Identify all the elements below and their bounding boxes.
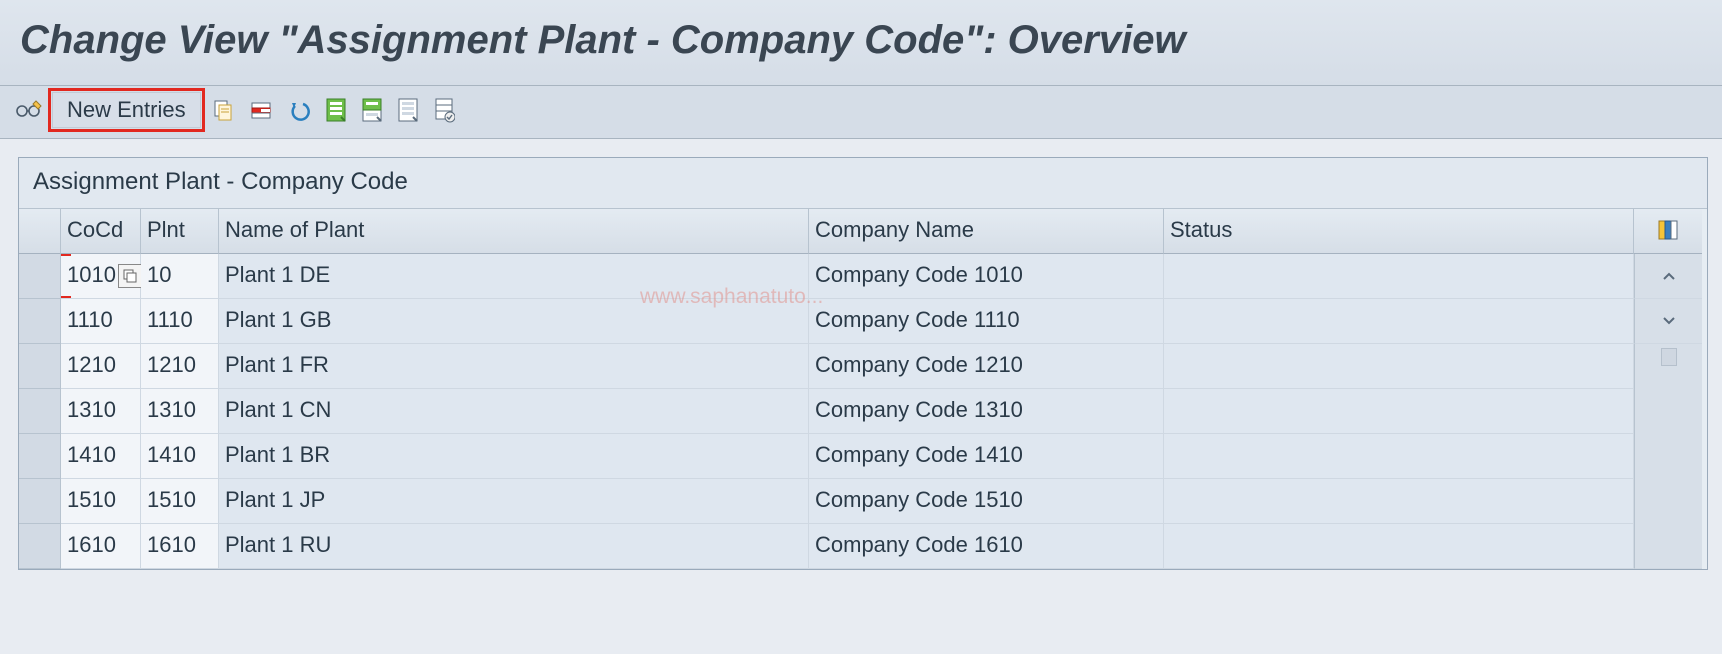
cell-plnt[interactable]: 10 xyxy=(141,254,219,299)
row-selector[interactable] xyxy=(19,299,61,344)
row-selector[interactable] xyxy=(19,389,61,434)
row-selector-header[interactable] xyxy=(19,209,61,254)
cell-cocd[interactable]: 1310 xyxy=(61,389,141,434)
cell-status xyxy=(1164,344,1634,389)
copy-icon xyxy=(211,98,235,122)
chevron-down-icon xyxy=(1662,316,1676,326)
data-grid: CoCd Plnt Name of Plant Company Name Sta… xyxy=(19,209,1707,569)
row-selector[interactable] xyxy=(19,479,61,524)
cell-company-name: Company Code 1210 xyxy=(809,344,1164,389)
cell-status xyxy=(1164,479,1634,524)
page-title: Change View "Assignment Plant - Company … xyxy=(20,18,1702,63)
cell-plant-name: Plant 1 CN xyxy=(219,389,809,434)
select-all-icon xyxy=(325,97,347,123)
copy-as-button[interactable] xyxy=(207,95,239,125)
cell-cocd[interactable]: 1510 xyxy=(61,479,141,524)
deselect-all-button[interactable] xyxy=(393,95,423,125)
cell-status xyxy=(1164,434,1634,479)
cell-status xyxy=(1164,524,1634,569)
cell-plant-name: Plant 1 FR xyxy=(219,344,809,389)
table-title: Assignment Plant - Company Code xyxy=(19,158,1707,209)
row-selector[interactable] xyxy=(19,524,61,569)
select-block-button[interactable] xyxy=(357,95,387,125)
configure-columns-icon xyxy=(1657,219,1679,241)
cell-company-name: Company Code 1410 xyxy=(809,434,1164,479)
select-block-icon xyxy=(361,97,383,123)
column-header-plnt[interactable]: Plnt xyxy=(141,209,219,254)
cell-plant-name: Plant 1 RU xyxy=(219,524,809,569)
cell-company-name: Company Code 1010 xyxy=(809,254,1164,299)
configure-columns-button[interactable] xyxy=(1634,209,1702,254)
select-all-button[interactable] xyxy=(321,95,351,125)
cell-plant-name: Plant 1 JP xyxy=(219,479,809,524)
row-selector[interactable] xyxy=(19,254,61,299)
cell-plant-name: Plant 1 BR xyxy=(219,434,809,479)
table-settings-icon xyxy=(433,97,455,123)
cell-company-name: Company Code 1510 xyxy=(809,479,1164,524)
cell-plnt[interactable]: 1210 xyxy=(141,344,219,389)
cell-status xyxy=(1164,299,1634,344)
scroll-track[interactable] xyxy=(1634,344,1702,569)
cell-plnt[interactable]: 1610 xyxy=(141,524,219,569)
undo-button[interactable] xyxy=(283,95,315,125)
cell-plnt[interactable]: 1310 xyxy=(141,389,219,434)
print-button[interactable] xyxy=(429,95,459,125)
deselect-icon xyxy=(397,97,419,123)
cell-status xyxy=(1164,254,1634,299)
undo-icon xyxy=(287,98,311,122)
column-header-status[interactable]: Status xyxy=(1164,209,1634,254)
cell-status xyxy=(1164,389,1634,434)
title-area: Change View "Assignment Plant - Company … xyxy=(0,0,1722,86)
cell-cocd[interactable]: 1110 xyxy=(61,299,141,344)
search-help-button[interactable] xyxy=(118,264,142,288)
scroll-up-button[interactable] xyxy=(1634,254,1702,299)
cell-cocd[interactable]: 1410 xyxy=(61,434,141,479)
column-header-plant-name[interactable]: Name of Plant xyxy=(219,209,809,254)
cell-cocd[interactable]: 1210 xyxy=(61,344,141,389)
cell-company-name: Company Code 1110 xyxy=(809,299,1164,344)
column-header-cocd[interactable]: CoCd xyxy=(61,209,141,254)
content-area: Assignment Plant - Company Code CoCd Pln… xyxy=(0,139,1722,570)
cell-company-name: Company Code 1610 xyxy=(809,524,1164,569)
cell-plant-name: Plant 1 GB xyxy=(219,299,809,344)
application-toolbar: New Entries xyxy=(0,86,1722,139)
scroll-down-button[interactable] xyxy=(1634,299,1702,344)
column-header-company-name[interactable]: Company Name xyxy=(809,209,1164,254)
cell-company-name: Company Code 1310 xyxy=(809,389,1164,434)
search-help-icon xyxy=(123,269,137,283)
chevron-up-icon xyxy=(1662,271,1676,281)
row-selector[interactable] xyxy=(19,434,61,479)
delete-row-icon xyxy=(249,98,273,122)
row-selector[interactable] xyxy=(19,344,61,389)
glasses-pencil-icon xyxy=(16,99,42,121)
cell-plnt[interactable]: 1410 xyxy=(141,434,219,479)
cell-plnt[interactable]: 1110 xyxy=(141,299,219,344)
cell-plnt[interactable]: 1510 xyxy=(141,479,219,524)
delete-button[interactable] xyxy=(245,95,277,125)
cell-cocd[interactable]: 1010 xyxy=(61,254,141,299)
cell-cocd[interactable]: 1610 xyxy=(61,524,141,569)
table-container: Assignment Plant - Company Code CoCd Pln… xyxy=(18,157,1708,570)
cell-plant-name: Plant 1 DE xyxy=(219,254,809,299)
display-change-button[interactable] xyxy=(12,95,46,125)
new-entries-button[interactable]: New Entries xyxy=(52,92,201,128)
